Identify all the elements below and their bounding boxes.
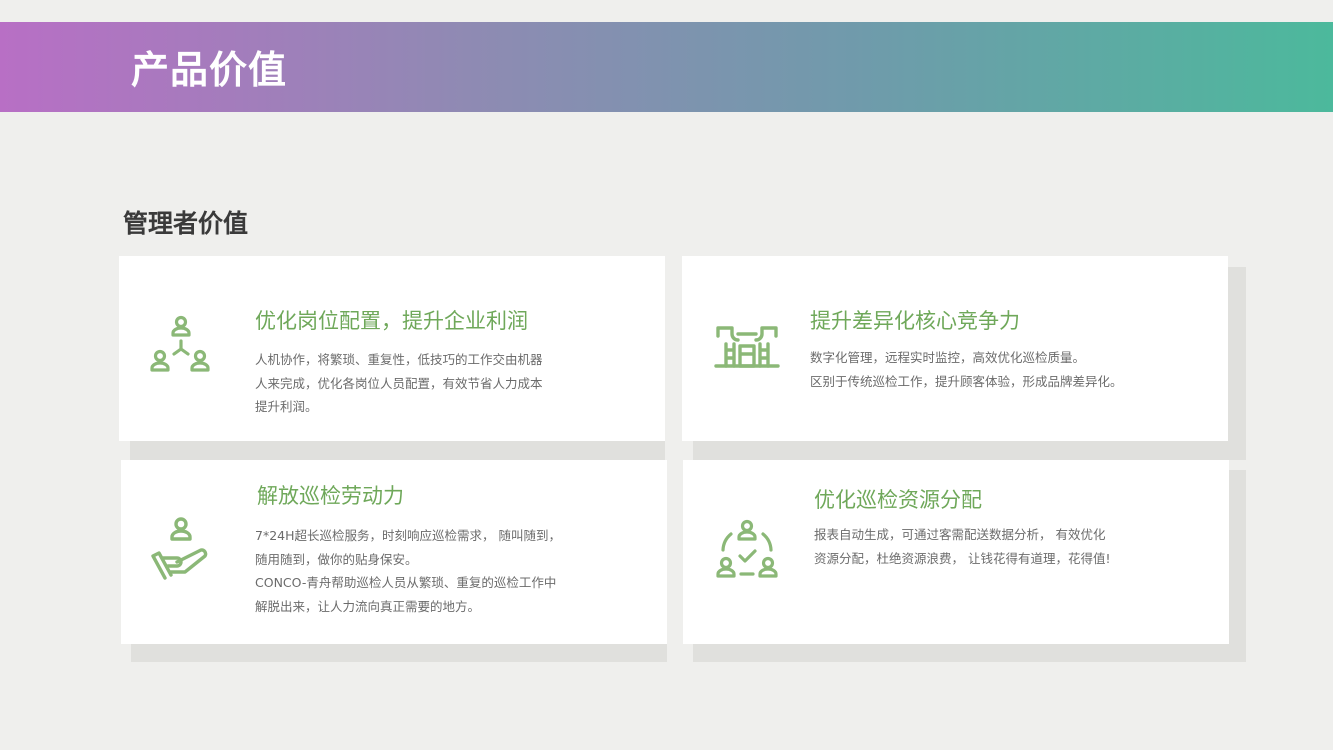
card-text-line: 资源分配，杜绝资源浪费， 让钱花得有道理，花得值! [814, 550, 1111, 566]
card-text-line: 区别于传统巡检工作，提升顾客体验，形成品牌差异化。 [810, 373, 1123, 389]
hand-person-icon [149, 516, 217, 584]
card-text-line: 报表自动生成，可通过客需配送数据分析， 有效优化 [814, 527, 1106, 542]
card-text-line: 7*24H超长巡检服务，时刻响应巡检需求， 随叫随到， [255, 528, 561, 543]
card-title: 优化岗位配置，提升企业利润 [255, 309, 528, 333]
card-title: 解放巡检劳动力 [257, 484, 404, 508]
card-text-line: 解脱出来，让人力流向真正需要的地方。 [255, 598, 481, 614]
card-text-line: 人来完成，优化各岗位人员配置，有效节省人力成本 [255, 375, 543, 391]
data-server-icon [714, 314, 780, 380]
card-text-line: 随用随到，做你的贴身保安。 [255, 551, 418, 567]
card-text-line: 提升利润。 [255, 399, 318, 414]
card-title: 提升差异化核心竞争力 [810, 309, 1020, 333]
team-check-icon [715, 518, 779, 582]
people-network-icon [149, 313, 213, 377]
value-card-staffing: 优化岗位配置，提升企业利润 人机协作，将繁琐、重复性，低技巧的工作交由机器 人来… [119, 256, 665, 441]
value-card-labor: 解放巡检劳动力 7*24H超长巡检服务，时刻响应巡检需求， 随叫随到， 随用随到… [121, 460, 667, 644]
section-title: 管理者价值 [123, 209, 249, 238]
card-text-line: CONCO-青舟帮助巡检人员从繁琐、重复的巡检工作中 [255, 575, 557, 590]
value-card-resources: 优化巡检资源分配 报表自动生成，可通过客需配送数据分析， 有效优化 资源分配，杜… [683, 460, 1229, 644]
card-title: 优化巡检资源分配 [814, 488, 982, 512]
card-text-line: 数字化管理，远程实时监控，高效优化巡检质量。 [810, 350, 1086, 365]
page-title: 产品价值 [131, 48, 288, 92]
value-card-competitiveness: 提升差异化核心竞争力 数字化管理，远程实时监控，高效优化巡检质量。 区别于传统巡… [682, 256, 1228, 441]
card-text-line: 人机协作，将繁琐、重复性，低技巧的工作交由机器 [255, 352, 543, 367]
header-banner: 产品价值 [0, 22, 1333, 112]
